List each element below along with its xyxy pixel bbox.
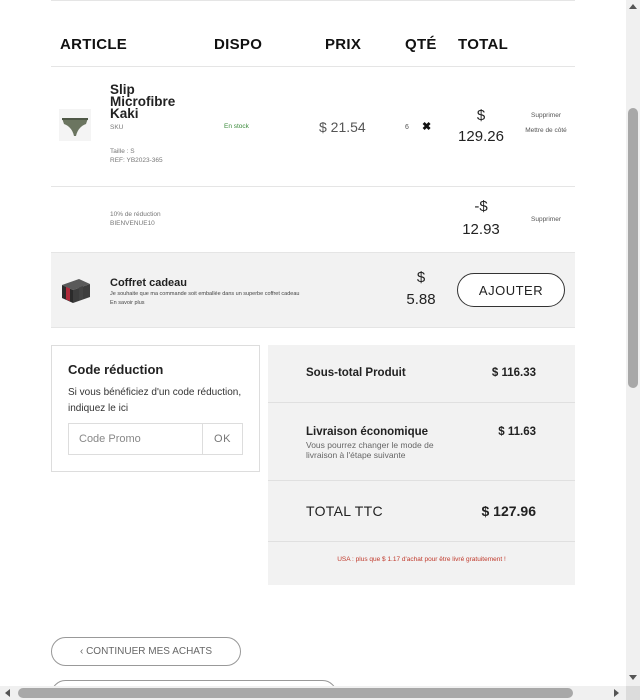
scroll-left-arrow-icon[interactable] xyxy=(5,689,10,697)
subtotal-row: Sous-total Produit $ 116.33 xyxy=(268,345,575,403)
discount-label: 10% de réduction xyxy=(110,211,161,218)
gift-box-icon xyxy=(62,279,90,303)
remove-item-link[interactable]: Supprimer xyxy=(523,111,569,121)
product-ref: REF: YB2023-365 xyxy=(110,157,163,164)
gift-box-description-text: Je souhaite que ma commande soit emballé… xyxy=(110,291,300,297)
discount-row: 10% de réduction BIENVENUE10 -$ 12.93 Su… xyxy=(51,187,575,253)
availability-status: En stock xyxy=(224,123,249,130)
line-total-amount: 129.26 xyxy=(458,128,504,145)
cart-page: ARTICLE DISPO PRIX QTÉ TOTAL Slip Microf… xyxy=(0,0,626,686)
header-prix: PRIX xyxy=(325,36,362,53)
scroll-up-arrow-icon[interactable] xyxy=(629,4,637,9)
add-gift-box-button[interactable]: AJOUTER xyxy=(457,273,565,307)
promo-ok-button[interactable]: OK xyxy=(203,423,243,455)
grand-total-label: TOTAL TTC xyxy=(306,503,383,519)
header-qte: QTÉ xyxy=(405,36,437,53)
gift-box-description: Je souhaite que ma commande soit emballé… xyxy=(110,290,340,308)
product-size: Taille : S xyxy=(110,148,135,155)
grand-total-row: TOTAL TTC $ 127.96 xyxy=(268,481,575,542)
header-total: TOTAL xyxy=(458,36,509,53)
remove-discount-link[interactable]: Supprimer xyxy=(523,215,569,225)
promo-code-input[interactable] xyxy=(68,423,203,455)
gift-box-title: Coffret cadeau xyxy=(110,277,188,289)
free-shipping-notice: USA : plus que $ 1.17 d'achat pour être … xyxy=(337,556,506,563)
vertical-scroll-thumb[interactable] xyxy=(628,108,638,388)
unit-price: $ 21.54 xyxy=(319,119,366,135)
product-sku: SKU xyxy=(110,124,124,131)
promo-description: Si vous bénéficiez d'un code réduction, … xyxy=(68,387,242,414)
gift-price-currency: $ xyxy=(416,269,426,286)
subtotal-label: Sous-total Produit xyxy=(306,367,406,379)
scrollbar-corner xyxy=(626,686,640,700)
cart-table-header: ARTICLE DISPO PRIX QTÉ TOTAL xyxy=(51,0,575,67)
horizontal-scrollbar[interactable] xyxy=(0,686,626,700)
scroll-down-arrow-icon[interactable] xyxy=(629,675,637,680)
header-article: ARTICLE xyxy=(60,36,128,53)
promo-code-panel: Code réduction Si vous bénéficiez d'un c… xyxy=(51,345,260,472)
header-dispo: DISPO xyxy=(214,36,263,53)
scroll-right-arrow-icon[interactable] xyxy=(614,689,619,697)
grand-total-value: $ 127.96 xyxy=(481,503,537,519)
subtotal-value: $ 116.33 xyxy=(491,367,536,379)
product-name[interactable]: Slip Microfibre Kaki xyxy=(110,83,190,121)
line-total-currency: $ xyxy=(476,107,486,124)
shipping-label: Livraison économique xyxy=(306,426,429,438)
continue-shopping-button[interactable]: ‹ CONTINUER MES ACHATS xyxy=(51,637,241,666)
product-thumbnail[interactable] xyxy=(59,109,91,141)
shipping-note: Vous pourrez changer le mode de livraiso… xyxy=(306,440,434,460)
save-for-later-link[interactable]: Mettre de côté xyxy=(523,126,569,136)
discount-total-amount: 12.93 xyxy=(462,221,500,238)
discount-total-currency: -$ xyxy=(474,198,488,215)
gift-box-row: Coffret cadeau Je souhaite que ma comman… xyxy=(51,253,575,328)
gift-price-amount: 5.88 xyxy=(406,291,436,308)
discount-code: BIENVENUE10 xyxy=(110,220,155,227)
quantity-value[interactable]: 6 xyxy=(405,124,409,131)
gift-box-more-link[interactable]: En savoir plus xyxy=(110,299,340,308)
cart-item-row: Slip Microfibre Kaki SKU Taille : S REF:… xyxy=(51,67,575,187)
vertical-scrollbar[interactable] xyxy=(626,0,640,686)
promo-title: Code réduction xyxy=(68,362,164,377)
remove-quantity-icon[interactable]: ✖ xyxy=(422,120,431,133)
horizontal-scroll-thumb[interactable] xyxy=(18,688,573,698)
order-summary: Sous-total Produit $ 116.33 Livraison éc… xyxy=(268,345,575,585)
shipping-value: $ 11.63 xyxy=(498,426,536,438)
shipping-row: Livraison économique $ 11.63 Vous pourre… xyxy=(268,403,575,481)
